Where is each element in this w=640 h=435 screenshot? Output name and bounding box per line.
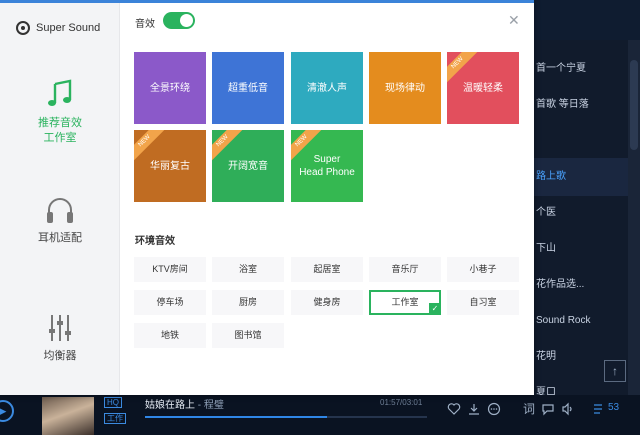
env-option[interactable]: 健身房 [291, 290, 363, 315]
toggle-knob [180, 14, 193, 27]
env-option[interactable]: 浴室 [212, 257, 284, 282]
check-icon: ✓ [429, 303, 441, 315]
more-icon[interactable] [487, 402, 503, 416]
heart-icon[interactable] [447, 402, 463, 416]
playlist-item[interactable]: 个医 [534, 194, 634, 232]
progress-bar[interactable] [145, 416, 427, 418]
new-ribbon: NEW [447, 52, 480, 86]
env-option[interactable]: 自习室 [447, 290, 519, 315]
playlist-item[interactable]: Sound Rock [534, 302, 634, 340]
playlist-scroll-thumb[interactable] [630, 60, 638, 150]
playlist-item[interactable]: 下山 [534, 230, 634, 268]
sidebar-sublabel-recommended: 工作室 [43, 132, 77, 144]
brand: Super Sound [16, 21, 100, 35]
brand-name: Super Sound [36, 22, 101, 34]
env-section-title: 环境音效 [135, 236, 175, 247]
headphones-icon [47, 198, 73, 223]
super-sound-logo-icon [16, 21, 30, 35]
effect-tile[interactable]: 超重低音 [212, 52, 284, 124]
new-ribbon: NEW [212, 130, 245, 164]
effect-tile-label: 温暖轻柔 [463, 82, 503, 94]
effect-tile-label: 超重低音 [228, 82, 268, 94]
progress-fill [145, 416, 328, 418]
effect-tile[interactable]: 现场律动 [369, 52, 441, 124]
volume-icon[interactable] [561, 402, 577, 416]
comment-icon[interactable] [541, 402, 557, 416]
playlist-item[interactable]: 首歌 等日落 [534, 86, 634, 124]
env-option[interactable]: 起居室 [291, 257, 363, 282]
studio-badge[interactable]: 工作 [104, 413, 126, 424]
effect-tile-label: 开阔宽音 [228, 160, 268, 172]
sidebar-item-headphones[interactable]: 耳机适配 [0, 195, 120, 246]
new-ribbon: NEW [134, 130, 167, 164]
music-note-icon [48, 79, 72, 106]
env-option[interactable]: 地铁 [134, 323, 206, 348]
env-option[interactable]: 小巷子 [447, 257, 519, 282]
sidebar-item-recommended[interactable]: 推荐音效 工作室 [0, 78, 120, 146]
effect-tile-label: Super Head Phone [299, 154, 355, 178]
env-option[interactable]: 音乐厅 [369, 257, 441, 282]
effect-tile[interactable]: NEW 开阔宽音 [212, 130, 284, 202]
effect-tile-label: 现场律动 [385, 82, 425, 94]
effect-tile-label: 全景环绕 [150, 82, 190, 94]
now-playing: 姑娘在路上 - 程璧 [145, 396, 224, 411]
env-option[interactable]: 厨房 [212, 290, 284, 315]
dialog-sidebar: Super Sound 推荐音效 工作室 耳机适配 均衡器 [0, 3, 120, 395]
hq-badge[interactable]: HQ [104, 397, 122, 408]
effect-tile-label: 华丽复古 [150, 160, 190, 172]
scroll-to-top-button[interactable]: ↑ [604, 360, 626, 382]
lyrics-button[interactable]: 词 [521, 400, 537, 417]
playlist-item[interactable] [534, 122, 634, 160]
super-sound-dialog: Super Sound 推荐音效 工作室 耳机适配 均衡器 音效 ✕ 全景环绕 … [0, 0, 534, 395]
playback-time: 01:57/03:01 [380, 398, 423, 407]
env-option[interactable]: KTV房间 [134, 257, 206, 282]
effect-tile[interactable]: NEW 华丽复古 [134, 130, 206, 202]
playlist-icon[interactable] [592, 402, 608, 416]
env-option[interactable]: 停车场 [134, 290, 206, 315]
download-icon[interactable] [467, 402, 483, 416]
playlist-item[interactable]: 路上歌 [534, 158, 634, 196]
sidebar-label-headphones: 耳机适配 [38, 232, 82, 244]
effect-tile[interactable]: NEW 温暖轻柔 [447, 52, 519, 124]
env-option[interactable]: 工作室 ✓ [369, 290, 441, 315]
playlist-item[interactable]: 首一个宁夏 [534, 50, 634, 88]
sidebar-label-equalizer: 均衡器 [43, 350, 77, 362]
equalizer-icon [49, 315, 71, 341]
effect-toggle[interactable] [163, 12, 195, 29]
album-cover[interactable] [42, 397, 94, 435]
playlist-count: 53 [608, 402, 620, 413]
effect-tile[interactable]: 清澈人声 [291, 52, 363, 124]
sidebar-item-equalizer[interactable]: 均衡器 [0, 313, 120, 364]
playlist-item[interactable]: 花作品选... [534, 266, 634, 304]
effect-tile[interactable]: NEW Super Head Phone [291, 130, 363, 202]
sidebar-label-recommended: 推荐音效 [38, 117, 82, 129]
song-title: 姑娘在路上 [145, 400, 195, 411]
env-option[interactable]: 图书馆 [212, 323, 284, 348]
effect-label: 音效 [135, 19, 155, 30]
close-icon[interactable]: ✕ [508, 13, 520, 27]
artist-name: - 程璧 [197, 400, 224, 411]
effect-tile[interactable]: 全景环绕 [134, 52, 206, 124]
effect-tile-label: 清澈人声 [307, 82, 347, 94]
